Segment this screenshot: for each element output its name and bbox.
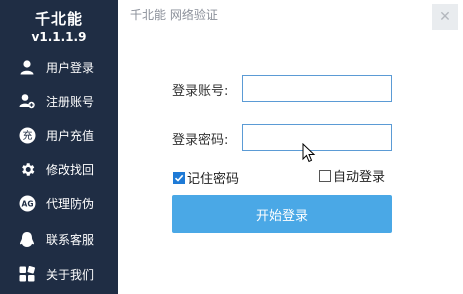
- app-name: 千北能: [34, 10, 83, 28]
- password-label: 登录密码:: [172, 133, 229, 148]
- sidebar-item-modify-recover[interactable]: 修改找回: [0, 154, 118, 184]
- sidebar-item-label: 修改找回: [46, 162, 95, 177]
- about-icon: [18, 265, 36, 283]
- start-login-button[interactable]: 开始登录: [172, 195, 392, 233]
- sidebar-item-agent[interactable]: AG 代理防伪: [0, 188, 118, 218]
- svg-text:AG: AG: [21, 199, 33, 208]
- sidebar-item-label: 关于我们: [46, 267, 95, 282]
- checkbox-unchecked-icon: [319, 169, 331, 182]
- account-input[interactable]: [242, 75, 392, 102]
- sidebar-item-label: 注册账号: [46, 94, 95, 109]
- window-title: 千北能 网络验证: [130, 8, 218, 22]
- agent-icon: AG: [18, 194, 36, 212]
- sidebar-item-register[interactable]: 注册账号: [0, 86, 118, 116]
- sidebar-item-about[interactable]: 关于我们: [0, 259, 118, 289]
- app-version: v1.1.1.9: [31, 30, 87, 44]
- sidebar-item-label: 代理防伪: [46, 196, 95, 211]
- close-icon: ✕: [439, 9, 451, 25]
- svg-text:充: 充: [22, 129, 32, 142]
- close-button[interactable]: ✕: [432, 4, 458, 30]
- auto-login-label: 自动登录: [333, 170, 386, 185]
- sidebar-item-label: 联系客服: [46, 232, 95, 247]
- remember-password-label: 记住密码: [187, 172, 240, 187]
- gear-icon: [18, 160, 36, 178]
- sidebar-item-label: 用户登录: [46, 60, 95, 75]
- recharge-icon: 充: [18, 126, 36, 144]
- support-icon: [18, 230, 36, 248]
- remember-password-checkbox[interactable]: 记住密码: [173, 168, 239, 187]
- sidebar-item-label: 用户充值: [46, 128, 95, 143]
- account-label: 登录账号:: [172, 84, 229, 99]
- checkbox-checked-icon: [173, 171, 185, 184]
- sidebar-item-support[interactable]: 联系客服: [0, 224, 118, 254]
- sidebar-item-recharge[interactable]: 充 用户充值: [0, 120, 118, 150]
- start-login-label: 开始登录: [255, 208, 308, 224]
- password-input[interactable]: [242, 124, 392, 151]
- sidebar-item-user-login[interactable]: 用户登录: [0, 52, 118, 82]
- sidebar: 千北能 v1.1.1.9 用户登录 注册账号 充 用户充值 修改找回 AG 代理…: [0, 0, 118, 294]
- mouse-cursor-icon: [302, 143, 316, 163]
- auto-login-checkbox[interactable]: 自动登录: [319, 166, 385, 185]
- register-icon: [18, 92, 36, 110]
- user-icon: [18, 58, 36, 76]
